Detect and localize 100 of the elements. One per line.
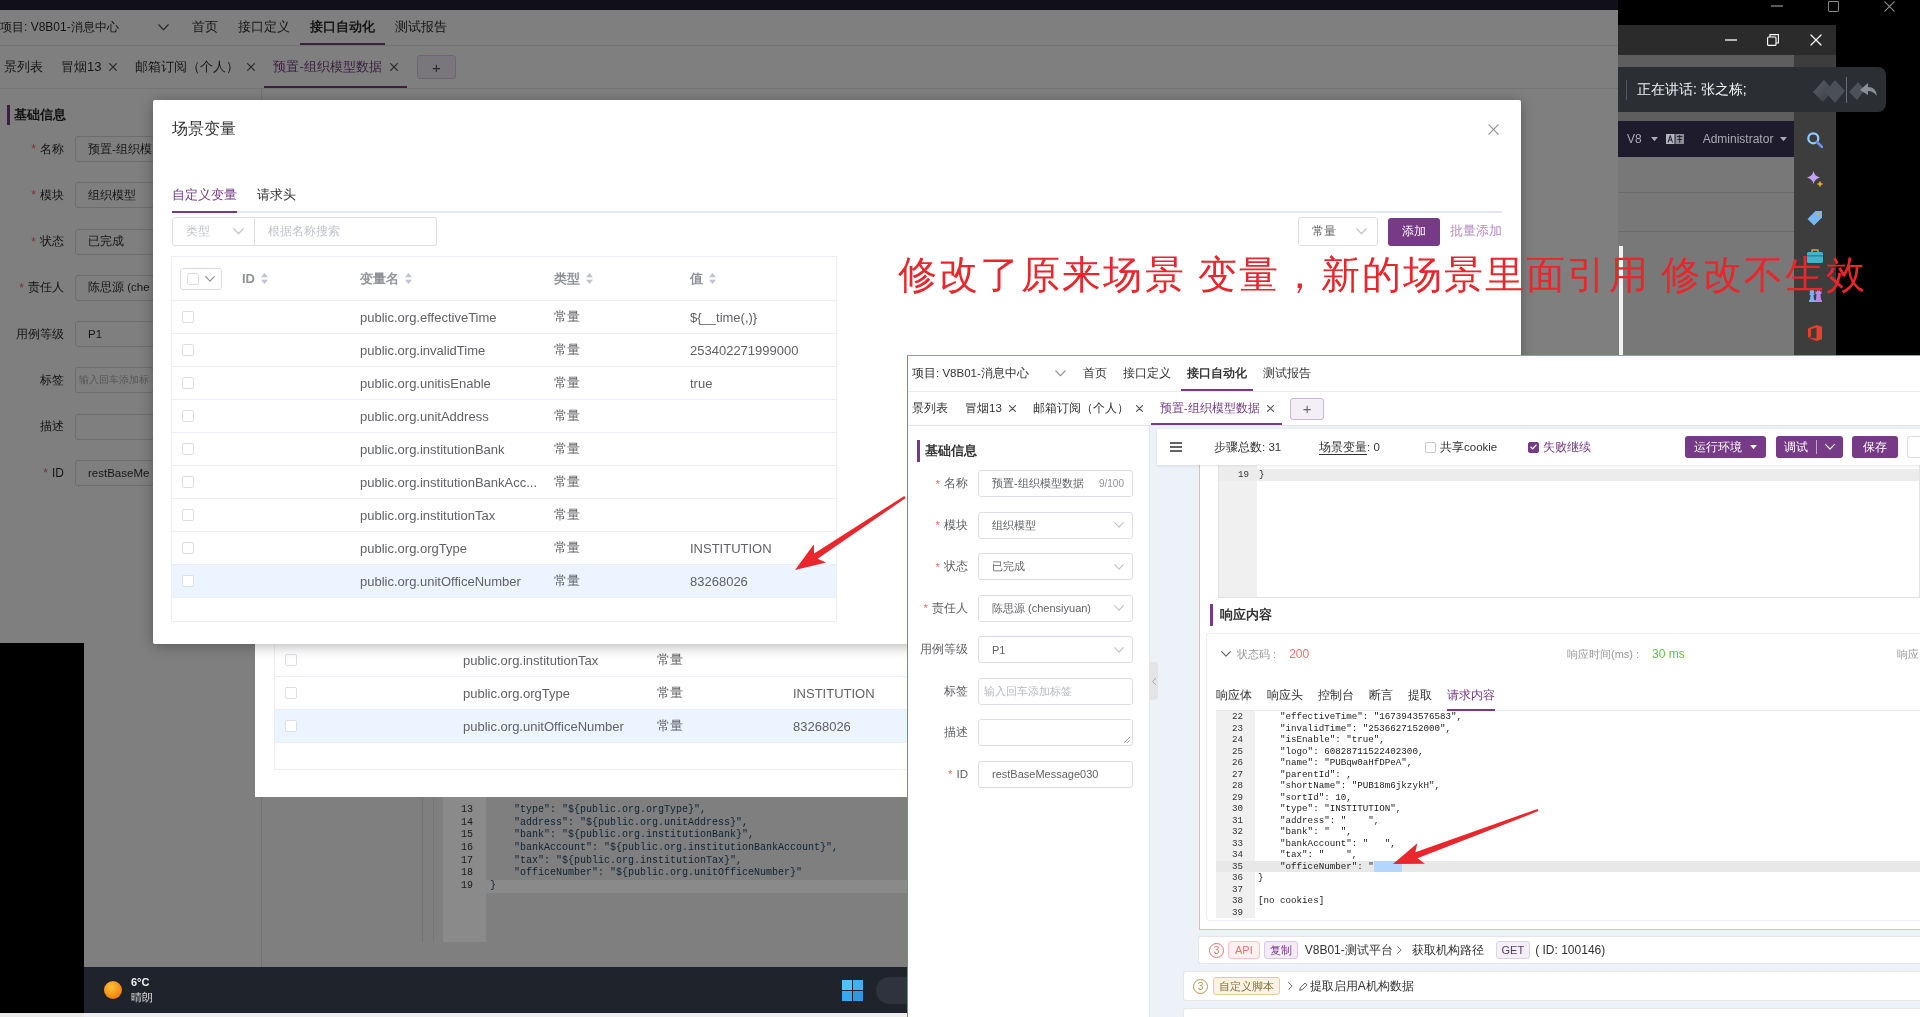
line-number: 32 [1230,826,1244,838]
nav-tab[interactable]: 接口自动化 [1181,356,1253,391]
select-field[interactable]: P1 [978,636,1133,663]
project-select[interactable]: 项目: V8B01-消息中心 [908,356,1066,391]
line-number: 19 [460,879,474,893]
table-cell: public.org.unitOfficeNumber [360,573,521,589]
tab[interactable]: 冒烟13 [52,46,127,88]
version-label[interactable]: V8 [1627,132,1642,146]
close-icon[interactable] [1266,405,1274,412]
search-icon[interactable] [1807,132,1823,148]
dropdown-button[interactable]: 运行环境 [1685,436,1766,458]
table-cell: 常量 [657,684,683,702]
table-cell: INSTITUTION [793,685,875,701]
line-number: 35 [1230,860,1244,872]
table-cell: public.org.unitAddress [360,408,489,424]
user-name[interactable]: Administrator [1702,132,1774,146]
code-line: "parentId": , [1279,768,1352,780]
tab[interactable]: 邮箱订阅（个人） [1024,392,1152,425]
field-label: ID [52,466,64,481]
collapse-handle[interactable] [1150,662,1158,700]
minimize-icon[interactable] [1770,5,1784,7]
start-icon[interactable] [842,979,863,1001]
required-mark: * [935,560,940,573]
tab[interactable]: 断言 [1369,681,1393,711]
sort-icon[interactable] [405,273,412,284]
tab[interactable]: 自定义变量 [172,180,237,213]
tab[interactable]: 冒烟13 [956,392,1025,425]
sort-icon[interactable] [709,273,716,284]
maximize-icon[interactable] [1828,1,1839,12]
table-cell: 253402271999000 [690,342,799,358]
office-icon[interactable] [1808,325,1822,341]
table-row[interactable]: public.org.unitOfficeNumber 常量 83268026 [275,710,907,743]
project-select[interactable]: 项目: V8B01-消息中心 [0,10,169,45]
code-line: [no cookies] [1257,895,1325,907]
input-field[interactable]: restBaseMessage030 [978,760,1133,788]
tab[interactable]: 请求头 [257,180,296,213]
nav-tab[interactable]: 接口自动化 [300,10,385,45]
sun-icon[interactable] [104,981,122,999]
status-code: 200 [1289,647,1310,661]
translate-icon[interactable] [1665,134,1684,144]
sort-icon[interactable] [586,273,593,284]
char-counter: 9/100 [1098,478,1124,489]
code-line: "officeNumber": "${public.org.unitOfficeNumber}" [513,867,803,880]
code-line: } [1258,469,1265,481]
tab[interactable]: 响应头 [1267,681,1303,711]
select-all-dropdown[interactable] [180,267,222,290]
close-icon[interactable] [1008,405,1016,412]
tab[interactable]: 景列表 [908,392,957,425]
tab[interactable]: 预置-组织模型数据 [264,46,407,88]
nav-tab[interactable]: 接口定义 [1117,356,1177,391]
table-cell: public.org.institutionTax [463,652,599,668]
toolbar-button[interactable] [1907,436,1920,458]
tag-icon[interactable] [1807,210,1823,226]
nav-tab[interactable]: 测试报告 [1257,356,1317,391]
code-line: "tax": " ", [1279,849,1358,861]
chevron-down-icon[interactable] [1221,651,1231,657]
chevron-right-icon [1396,946,1402,954]
textarea-field[interactable] [978,719,1133,746]
nav-tab[interactable]: 首页 [1077,356,1113,391]
select-field[interactable]: 组织模型 [978,511,1133,539]
menu-icon[interactable] [1170,442,1182,452]
line-number: 34 [1230,849,1244,861]
search-field[interactable] [876,976,907,1004]
field-label: 状态 [944,559,968,574]
checkbox[interactable] [1528,441,1539,453]
line-number: 18 [460,867,474,880]
tab[interactable]: 提取 [1408,681,1432,711]
tab[interactable]: 响应体 [1216,681,1252,711]
variables-link[interactable]: 场景变量 [1319,439,1367,455]
select-field[interactable]: 陈思源 (chensiyuan) [978,594,1133,622]
sort-icon[interactable] [261,273,268,284]
speaker-text: 正在讲话: 张之栋; [1637,80,1747,99]
tab[interactable]: 邮箱订阅（个人） [126,46,265,88]
input-field[interactable]: 预置-组织模型数据 9/100 [978,470,1133,497]
table-cell: 83268026 [793,718,851,734]
select-field[interactable]: 已完成 [978,553,1133,580]
save-button[interactable]: 保存 [1852,436,1898,458]
required-mark: * [935,477,940,490]
tab[interactable]: 景列表 [0,46,52,88]
table-cell: 83268026 [690,573,748,589]
close-icon[interactable] [1135,405,1143,412]
table-cell: 常量 [554,506,580,524]
nav-tab[interactable]: 测试报告 [385,10,457,45]
type-select[interactable]: 常量 [1298,217,1378,246]
line-number: 23 [1230,722,1244,734]
step-card[interactable]: 3 API 复制 V8B01-测试平台 获取机构路径 GET ( ID: 100146) [1198,936,1920,964]
nav-tab[interactable]: 首页 [182,10,228,45]
table-row[interactable]: public.org.unitOfficeNumber 常量 83268026 [172,565,836,598]
add-tab-button[interactable]: + [1290,397,1325,420]
table-cell: 常量 [657,717,683,735]
type-tag: API [1228,941,1260,959]
restore-icon[interactable] [1767,34,1779,46]
sparkle-icon[interactable] [1807,171,1823,187]
split-button[interactable]: 调试 [1776,436,1843,458]
step-card[interactable]: 3 自定义脚本 提取启用A机构数据 [1183,971,1920,1001]
add-button[interactable]: 添加 [1388,217,1440,246]
code-line: "shortName": "PUB18m6jkzykH", [1279,780,1440,792]
chevron-down-icon [205,275,215,282]
tab[interactable]: 控制台 [1318,681,1354,711]
nav-tab[interactable]: 接口定义 [228,10,300,45]
